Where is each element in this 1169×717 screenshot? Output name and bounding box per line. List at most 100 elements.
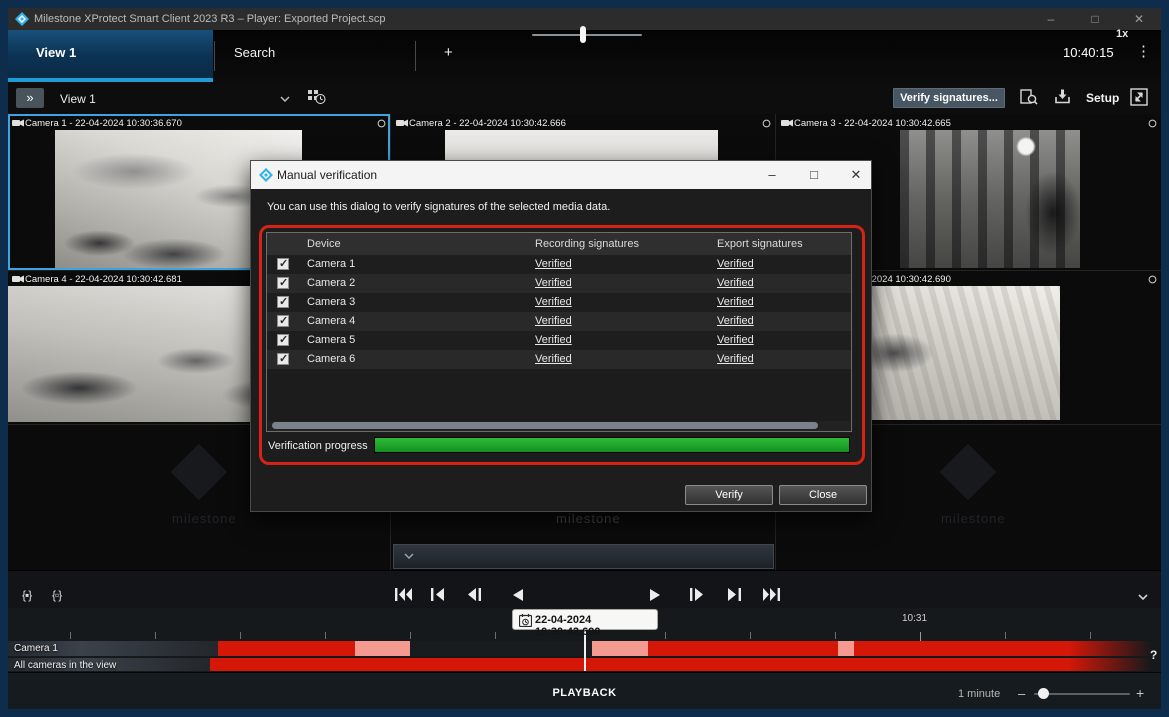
- table-row[interactable]: Camera 1 Verified Verified: [267, 255, 851, 274]
- row-checkbox[interactable]: [277, 334, 289, 346]
- export-signature-link[interactable]: Verified: [717, 277, 754, 289]
- dialog-minimize-button[interactable]: –: [757, 165, 787, 185]
- indicator-circle-icon: [1148, 119, 1157, 128]
- dialog-title-bar[interactable]: Manual verification – □ ✕: [251, 161, 871, 189]
- recording-signature-link[interactable]: Verified: [535, 277, 572, 289]
- dialog-title: Manual verification: [277, 168, 377, 182]
- playback-control-bar: [8, 570, 1161, 608]
- next-frame-button[interactable]: [690, 588, 704, 601]
- export-signature-link[interactable]: Verified: [717, 258, 754, 270]
- close-button[interactable]: ✕: [1126, 11, 1152, 27]
- export-signature-link[interactable]: Verified: [717, 334, 754, 346]
- export-signature-link[interactable]: Verified: [717, 296, 754, 308]
- shuttle-slider[interactable]: [532, 34, 642, 36]
- column-header-export: Export signatures: [717, 238, 803, 250]
- play-backward-button[interactable]: [513, 589, 523, 601]
- horizontal-scrollbar[interactable]: [268, 421, 850, 431]
- recording-signature-link[interactable]: Verified: [535, 258, 572, 270]
- tab-divider: [415, 41, 416, 71]
- recording-signature-link[interactable]: Verified: [535, 353, 572, 365]
- camera-icon: [396, 119, 408, 127]
- export-icon[interactable]: [1054, 89, 1071, 105]
- camera-3-label: Camera 3 - 22-04-2024 10:30:42.665: [794, 118, 951, 129]
- timeline-zoom-knob[interactable]: [1038, 688, 1049, 699]
- maximize-button[interactable]: □: [1082, 11, 1108, 27]
- verification-table: Device Recording signatures Export signa…: [266, 232, 852, 432]
- export-signature-link[interactable]: Verified: [717, 315, 754, 327]
- first-image-button[interactable]: [395, 588, 412, 601]
- verify-signatures-button[interactable]: Verify signatures...: [893, 88, 1005, 108]
- row-checkbox[interactable]: [277, 353, 289, 365]
- timeline-segment: [410, 641, 592, 656]
- current-time-box: 22-04-2024 10:30:42.690: [512, 609, 658, 630]
- timeline-segment-motion: [592, 641, 648, 656]
- tab-view-1[interactable]: View 1: [8, 30, 213, 82]
- shuttle-slider-handle[interactable]: [580, 26, 586, 43]
- timeline-row-label: All cameras in the view: [14, 660, 116, 671]
- indicator-circle-icon: [377, 119, 386, 128]
- camera-icon: [781, 119, 793, 127]
- recording-signature-link[interactable]: Verified: [535, 334, 572, 346]
- scrollbar-thumb[interactable]: [272, 422, 818, 429]
- highlight-annotation-border: Device Recording signatures Export signa…: [259, 225, 865, 465]
- set-end-time-icon[interactable]: {▫}: [52, 588, 61, 602]
- table-row[interactable]: Camera 5 Verified Verified: [267, 331, 851, 350]
- cell-device: Camera 6: [307, 353, 355, 365]
- zoom-out-button[interactable]: –: [1018, 686, 1025, 701]
- verification-progress-bar: [374, 437, 850, 453]
- row-checkbox[interactable]: [277, 277, 289, 289]
- speed-chevron-down-icon[interactable]: [1138, 594, 1148, 600]
- play-forward-button[interactable]: [650, 589, 660, 601]
- minimize-button[interactable]: –: [1038, 11, 1064, 27]
- client-window: Milestone XProtect Smart Client 2023 R3 …: [8, 8, 1161, 709]
- last-image-button[interactable]: [763, 588, 780, 601]
- table-row[interactable]: Camera 3 Verified Verified: [267, 293, 851, 312]
- tab-search[interactable]: Search: [234, 45, 275, 60]
- playback-speed[interactable]: 1x: [1116, 28, 1128, 40]
- verify-button[interactable]: Verify: [685, 485, 773, 505]
- window-title: Milestone XProtect Smart Client 2023 R3 …: [34, 13, 386, 25]
- table-row[interactable]: Camera 4 Verified Verified: [267, 312, 851, 331]
- previous-sequence-button[interactable]: [431, 588, 445, 601]
- view-layout-clock-icon[interactable]: [308, 90, 326, 105]
- verification-progress-label: Verification progress: [268, 440, 368, 452]
- recording-signature-link[interactable]: Verified: [535, 315, 572, 327]
- timeline-help[interactable]: ?: [1150, 648, 1157, 662]
- bottom-bar: PLAYBACK 1 minute – +: [8, 672, 1161, 709]
- kebab-menu-icon[interactable]: ⋮: [1136, 42, 1151, 60]
- setup-button[interactable]: Setup: [1086, 91, 1119, 105]
- indicator-circle-icon: [1148, 275, 1157, 284]
- dialog-maximize-button[interactable]: □: [799, 165, 829, 185]
- row-checkbox[interactable]: [277, 315, 289, 327]
- dialog-close-button[interactable]: ✕: [841, 165, 871, 185]
- expand-sidebar-button[interactable]: »: [16, 88, 44, 108]
- camera-3-video[interactable]: [900, 130, 1080, 268]
- tile-navigation-strip[interactable]: [393, 544, 774, 569]
- row-checkbox[interactable]: [277, 296, 289, 308]
- cell-device: Camera 1: [307, 258, 355, 270]
- evidence-search-icon[interactable]: [1020, 89, 1038, 106]
- table-header-row: Device Recording signatures Export signa…: [267, 233, 851, 255]
- fullscreen-icon[interactable]: [1130, 88, 1148, 106]
- camera-2-label: Camera 2 - 22-04-2024 10:30:42.666: [409, 118, 566, 129]
- add-tab-button[interactable]: +: [444, 44, 453, 61]
- chevron-down-icon[interactable]: [280, 96, 290, 102]
- camera-1-header: Camera 1 - 22-04-2024 10:30:36.670: [10, 116, 388, 130]
- table-row[interactable]: Camera 2 Verified Verified: [267, 274, 851, 293]
- camera-3-header: Camera 3 - 22-04-2024 10:30:42.665: [779, 116, 1159, 130]
- close-dialog-button[interactable]: Close: [779, 485, 867, 505]
- view-selector-label[interactable]: View 1: [60, 92, 96, 106]
- recording-signature-link[interactable]: Verified: [535, 296, 572, 308]
- next-sequence-button[interactable]: [727, 588, 741, 601]
- dialog-instruction: You can use this dialog to verify signat…: [267, 201, 610, 213]
- chevron-down-icon[interactable]: [404, 553, 414, 559]
- set-start-time-icon[interactable]: {▪}: [22, 588, 31, 602]
- previous-frame-button[interactable]: [467, 588, 481, 601]
- zoom-in-button[interactable]: +: [1136, 685, 1144, 701]
- table-row[interactable]: Camera 6 Verified Verified: [267, 350, 851, 369]
- milestone-logo-icon: [259, 168, 273, 182]
- application-window: Milestone XProtect Smart Client 2023 R3 …: [0, 0, 1169, 717]
- cell-device: Camera 4: [307, 315, 355, 327]
- export-signature-link[interactable]: Verified: [717, 353, 754, 365]
- row-checkbox[interactable]: [277, 258, 289, 270]
